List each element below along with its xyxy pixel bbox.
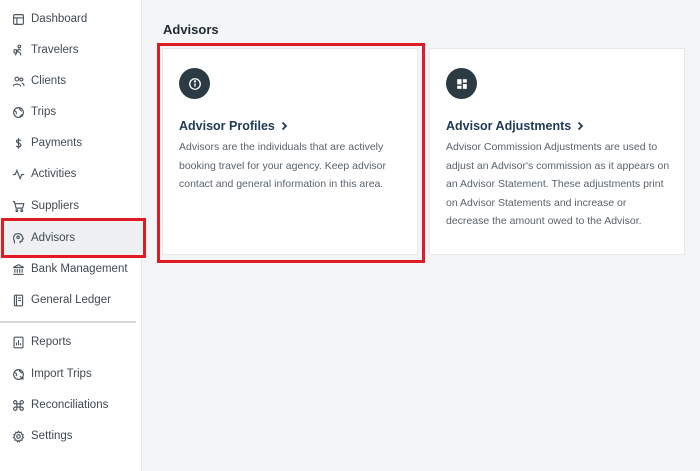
sidebar-item-import-trips[interactable]: Import Trips [0,357,142,391]
sidebar-item-label: Trips [31,106,57,118]
clients-icon [11,74,25,88]
card-description: Advisor Commission Adjustments are used … [446,141,670,227]
traveler-icon [11,43,25,57]
globe-icon [11,105,25,119]
sidebar-item-label: Reports [31,336,72,348]
activity-icon [11,167,25,181]
page-title: Advisors [163,22,219,37]
sidebar-item-label: Dashboard [31,13,88,25]
sidebar-item-payments[interactable]: Payments [0,126,142,160]
sidebar-item-label: Clients [31,75,67,87]
sidebar-item-label: Reconciliations [31,399,109,411]
card-title-text: Advisor Adjustments [446,119,572,133]
bank-icon [11,262,25,276]
ledger-icon [11,293,25,307]
sidebar-item-travelers[interactable]: Travelers [0,33,142,67]
sidebar-item-settings[interactable]: Settings [0,419,142,453]
sidebar-item-general-ledger[interactable]: General Ledger [0,283,142,317]
sidebar-item-label: Activities [31,168,77,180]
sidebar-item-reconciliations[interactable]: Reconciliations [0,388,142,422]
sidebar-item-dashboard[interactable]: Dashboard [0,2,142,36]
command-icon [11,398,25,412]
sidebar-item-reports[interactable]: Reports [0,325,142,359]
sidebar-item-trips[interactable]: Trips [0,95,142,129]
sidebar-item-activities[interactable]: Activities [0,157,142,191]
gear-icon [11,429,25,443]
advisor-adjustments-link[interactable]: Advisor Adjustments [446,119,585,133]
cart-icon [11,199,25,213]
import-icon [11,367,25,381]
chevron-right-icon [576,121,585,131]
sidebar-item-clients[interactable]: Clients [0,64,142,98]
highlight-box-advisors [1,218,146,258]
sidebar-item-label: Suppliers [31,200,79,212]
highlight-box-advisor-profiles [157,43,425,263]
dollar-icon [11,136,25,150]
reports-icon [11,335,25,349]
dashboard-icon [11,12,25,26]
sidebar-divider [0,321,136,323]
sidebar-item-label: Bank Management [31,263,128,275]
sidebar-item-label: Settings [31,430,73,442]
sidebar-item-label: Payments [31,137,83,149]
card-advisor-adjustments[interactable]: Advisor Adjustments Advisor Commission A… [429,48,685,255]
grid-icon [446,68,477,99]
sidebar-item-label: Import Trips [31,368,92,380]
sidebar-item-label: General Ledger [31,294,111,306]
sidebar-item-label: Travelers [31,44,79,56]
